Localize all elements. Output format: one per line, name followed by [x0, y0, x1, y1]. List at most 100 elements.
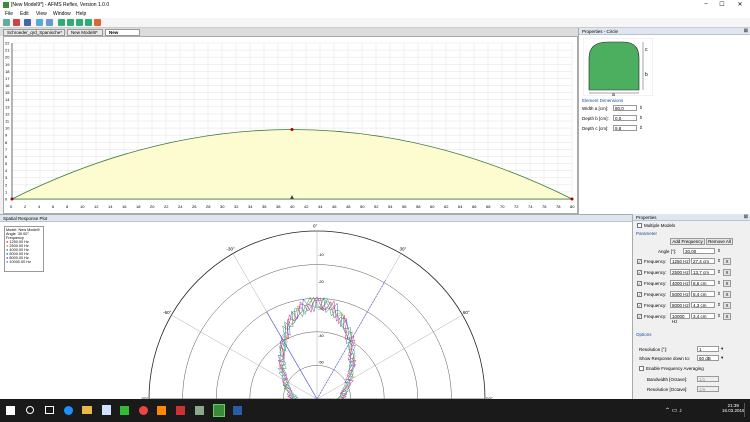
x-tick-label: 42 [304, 204, 309, 209]
remove-all-button[interactable]: Remove All [706, 238, 733, 245]
menu-view[interactable]: View [36, 11, 47, 17]
app-icon-6[interactable] [233, 406, 242, 415]
show-response-dropdown-icon[interactable]: ▾ [721, 355, 723, 361]
frequency-label: Frequency: [644, 270, 667, 275]
depth-c-input[interactable]: 9,8 [613, 125, 637, 131]
chrome-icon[interactable] [139, 406, 148, 415]
resolution-dropdown-icon[interactable]: ▾ [721, 346, 723, 352]
frequency-hz-input[interactable]: 1250 Hz [670, 258, 690, 264]
app-icon-5[interactable] [195, 406, 204, 415]
frequency-spinner[interactable]: ⇕ [717, 258, 721, 264]
app-icon-2[interactable] [120, 406, 129, 415]
frequency-spinner[interactable]: ⇕ [717, 302, 721, 308]
chart-icon[interactable] [24, 19, 31, 26]
frequency-enabled-checkbox[interactable]: ✓ [637, 292, 642, 297]
apex-handle[interactable] [290, 128, 294, 132]
edge-icon[interactable] [64, 406, 73, 415]
app-icon-4[interactable] [176, 406, 185, 415]
new-model-icon[interactable] [3, 19, 10, 26]
frequency-spinner[interactable]: ⇕ [717, 313, 721, 319]
spatial-response-panel: Spatial Response Plot Model New Model9 A… [0, 214, 632, 400]
pin-icon[interactable]: ⊠ [744, 28, 748, 35]
frequency-enabled-checkbox[interactable]: ✓ [637, 281, 642, 286]
menu-edit[interactable]: Edit [20, 11, 29, 17]
wedge-icon[interactable] [85, 19, 92, 26]
x-tick-label: 64 [458, 204, 463, 209]
menu-file[interactable]: File [5, 11, 13, 17]
tray-icons[interactable]: ⌃ ▭ ♪ [665, 407, 682, 414]
shape-icon[interactable] [46, 19, 53, 26]
document-icon[interactable] [102, 405, 111, 415]
frequency-hz-input[interactable]: 4000 Hz [670, 280, 690, 286]
search-icon[interactable] [26, 406, 34, 414]
app-icon-3[interactable] [157, 406, 166, 415]
angle-label: Angle [°]: [658, 249, 677, 254]
export-icon[interactable] [94, 19, 101, 26]
remove-frequency-button[interactable]: X [723, 268, 731, 276]
afms-reflex-taskbar-icon[interactable] [213, 404, 225, 417]
right-handle[interactable] [570, 197, 574, 201]
task-view-icon[interactable] [45, 406, 54, 414]
depth-b-spinner[interactable]: ⇕ [639, 115, 643, 121]
window-title: [New Model9*] - AFMS Reflex, Version 1.0… [11, 2, 110, 8]
width-a-input[interactable]: 80,0 [613, 105, 637, 111]
avg-resolution-select[interactable]: 1/6 [697, 386, 719, 392]
y-tick-label: 18 [5, 69, 10, 74]
x-tick-label: 72 [514, 204, 519, 209]
pin-icon-2[interactable]: ⊠ [744, 214, 748, 221]
frequency-hz-input[interactable]: 10000 Hz [670, 313, 690, 324]
width-a-spinner[interactable]: ⇕ [639, 105, 643, 111]
frequency-cm-value: 13,7 cm [691, 269, 715, 275]
toolbar [0, 18, 750, 28]
view-icon[interactable] [36, 19, 43, 26]
angle-input[interactable]: 30,00 [683, 248, 715, 254]
frequency-hz-input[interactable]: 2500 Hz [670, 269, 690, 275]
menu-help[interactable]: Help [76, 11, 86, 17]
enable-averaging-checkbox[interactable] [639, 366, 644, 371]
frequency-hz-input[interactable]: 8000 Hz [670, 302, 690, 308]
maximize-button[interactable]: ☐ [716, 1, 728, 8]
frequency-hz-input[interactable]: 5000 Hz [670, 291, 690, 297]
polar-angle-label: 30° [400, 247, 407, 252]
depth-b-input[interactable]: 0,0 [613, 115, 637, 121]
frequency-spinner[interactable]: ⇕ [717, 291, 721, 297]
resolution-select[interactable]: 1 [697, 346, 719, 352]
delete-icon[interactable] [13, 19, 20, 26]
depth-c-spinner[interactable]: ⇕ [639, 125, 643, 131]
frequency-enabled-checkbox[interactable]: ✓ [637, 303, 642, 308]
remove-frequency-button[interactable]: X [723, 312, 731, 320]
explorer-icon[interactable] [82, 406, 92, 414]
angle-spinner[interactable]: ⇕ [717, 248, 721, 254]
tab-new-model9[interactable]: New Model9* [105, 29, 140, 41]
frequency-enabled-checkbox[interactable]: ✓ [637, 314, 642, 319]
windows-start-icon[interactable] [6, 406, 15, 415]
frequency-spinner[interactable]: ⇕ [717, 269, 721, 275]
x-tick-label: 70 [500, 204, 505, 209]
left-handle[interactable] [10, 197, 14, 201]
minimize-button[interactable]: – [700, 1, 712, 7]
tab-new-model8[interactable]: New Model8* [67, 29, 103, 36]
taskbar: ⌃ ▭ ♪ 21:39 16.03.2016 [0, 399, 750, 422]
model-view[interactable]: 22 21 20 19 18 17 16 15 14 13 12 11 10 9 8 7 6 5 4 3 2 1 0 0 2 4 6… [3, 36, 578, 214]
bandwidth-select[interactable]: 1/1 [697, 376, 719, 382]
remove-frequency-button[interactable]: X [723, 301, 731, 309]
frequency-enabled-checkbox[interactable]: ✓ [637, 259, 642, 264]
diffuser-icon[interactable] [58, 19, 65, 26]
show-response-select[interactable]: 60 dB [697, 355, 719, 361]
tab-schroeder[interactable]: Schroeder_qrd_Spanische* [3, 29, 65, 36]
add-frequency-button[interactable]: Add Frequency [670, 238, 705, 245]
show-desktop-button[interactable] [744, 403, 748, 417]
multiple-models-checkbox[interactable] [637, 223, 642, 228]
remove-frequency-button[interactable]: X [723, 279, 731, 287]
x-tick-label: 4 [38, 204, 41, 209]
close-button[interactable]: ✕ [734, 1, 746, 8]
frequency-enabled-checkbox[interactable]: ✓ [637, 270, 642, 275]
x-tick-label: 28 [206, 204, 211, 209]
clock[interactable]: 21:39 16.03.2016 [722, 403, 745, 413]
remove-frequency-button[interactable]: X [723, 257, 731, 265]
remove-frequency-button[interactable]: X [723, 290, 731, 298]
block-icon[interactable] [67, 19, 74, 26]
frequency-spinner[interactable]: ⇕ [717, 280, 721, 286]
triangle-icon[interactable] [76, 19, 83, 26]
menu-window[interactable]: Window [53, 11, 71, 17]
